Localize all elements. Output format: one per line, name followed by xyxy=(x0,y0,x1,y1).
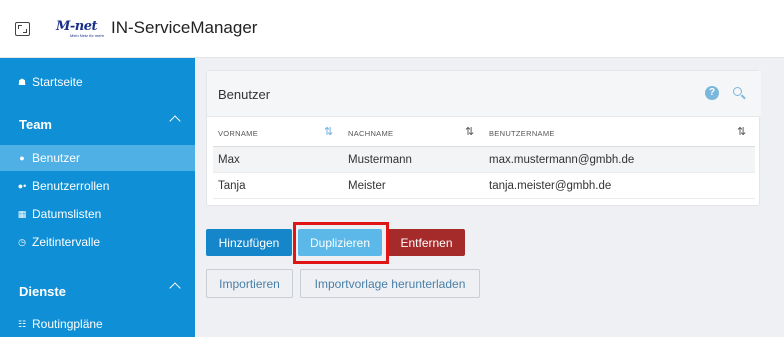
cell-vorname: Max xyxy=(218,154,240,166)
card-title: Benutzer xyxy=(218,87,271,102)
highlight-box xyxy=(293,222,389,264)
cell-nachname: Mustermann xyxy=(348,154,412,166)
import-button[interactable]: Importieren xyxy=(206,269,293,298)
cell-vorname: Tanja xyxy=(218,180,246,192)
cell-benutzername: tanja.meister@gmbh.de xyxy=(489,180,612,192)
table-header: VORNAME ⇅ NACHNAME ⇅ BENUTZERNAME ⇅ xyxy=(213,119,755,147)
sidebar-item-label: Benutzerrollen xyxy=(32,179,110,193)
table-row[interactable]: Tanja Meister tanja.meister@gmbh.de xyxy=(213,173,755,199)
sidebar-item-label: Startseite xyxy=(32,75,83,89)
sidebar: ☗ Startseite Team ● Benutzer ●• Benutzer… xyxy=(0,58,195,337)
sidebar-item-startseite[interactable]: ☗ Startseite xyxy=(0,69,195,95)
remove-button[interactable]: Entfernen xyxy=(388,229,465,256)
add-button[interactable]: Hinzufügen xyxy=(206,229,292,256)
mnet-logo: M-net Mein Netz für mehr xyxy=(56,19,104,39)
sidebar-section-team[interactable]: Team xyxy=(0,109,195,139)
sidebar-item-benutzer[interactable]: ● Benutzer xyxy=(0,145,195,171)
sidebar-toggle-icon[interactable] xyxy=(15,22,30,36)
section-label: Dienste xyxy=(19,283,66,299)
sidebar-section-dienste[interactable]: Dienste xyxy=(0,276,195,306)
sort-icon[interactable]: ⇅ xyxy=(737,125,746,138)
column-header-benutzername[interactable]: BENUTZERNAME xyxy=(489,129,555,138)
help-icon[interactable]: ? xyxy=(705,86,719,100)
column-header-nachname[interactable]: NACHNAME xyxy=(348,129,393,138)
sort-asc-icon[interactable]: ⇅ xyxy=(324,125,333,138)
sitemap-icon: ☷ xyxy=(17,318,27,329)
cell-benutzername: max.mustermann@gmbh.de xyxy=(489,154,635,166)
sidebar-item-label: Datumslisten xyxy=(32,207,102,221)
chevron-up-icon xyxy=(169,282,181,294)
users-icon: ●• xyxy=(17,181,27,191)
sidebar-item-label: Routingpläne xyxy=(32,317,103,331)
user-icon: ● xyxy=(19,153,25,163)
users-card: Benutzer ? VORNAME ⇅ NACHNAME ⇅ BENUTZER… xyxy=(206,70,761,206)
search-icon[interactable] xyxy=(733,87,742,96)
sidebar-item-zeitintervalle[interactable]: ◷ Zeitintervalle xyxy=(0,229,195,255)
section-label: Team xyxy=(19,116,52,132)
app-title: IN-ServiceManager xyxy=(111,18,258,37)
sidebar-item-routingplaene[interactable]: ☷ Routingpläne xyxy=(0,311,195,337)
column-header-vorname[interactable]: VORNAME xyxy=(218,129,258,138)
sort-icon[interactable]: ⇅ xyxy=(465,125,474,138)
table-row[interactable]: Max Mustermann max.mustermann@gmbh.de xyxy=(213,147,755,173)
users-table: VORNAME ⇅ NACHNAME ⇅ BENUTZERNAME ⇅ Max … xyxy=(213,119,755,199)
download-template-button[interactable]: Importvorlage herunterladen xyxy=(300,269,480,298)
chevron-up-icon xyxy=(169,115,181,127)
logo-text: M-net xyxy=(56,19,98,34)
sidebar-item-benutzerrollen[interactable]: ●• Benutzerrollen xyxy=(0,173,195,199)
card-header: Benutzer ? xyxy=(207,71,761,117)
sidebar-item-label: Zeitintervalle xyxy=(32,235,101,249)
calendar-icon: ▦ xyxy=(17,208,27,219)
cell-nachname: Meister xyxy=(348,180,386,192)
sidebar-item-label: Benutzer xyxy=(32,151,81,165)
sidebar-item-datumslisten[interactable]: ▦ Datumslisten xyxy=(0,201,195,227)
logo-subtext: Mein Netz für mehr xyxy=(70,33,105,38)
main-content: Benutzer ? VORNAME ⇅ NACHNAME ⇅ BENUTZER… xyxy=(195,58,784,337)
top-bar: M-net Mein Netz für mehr IN-ServiceManag… xyxy=(0,0,784,58)
home-icon: ☗ xyxy=(17,76,27,87)
clock-icon: ◷ xyxy=(18,236,26,247)
